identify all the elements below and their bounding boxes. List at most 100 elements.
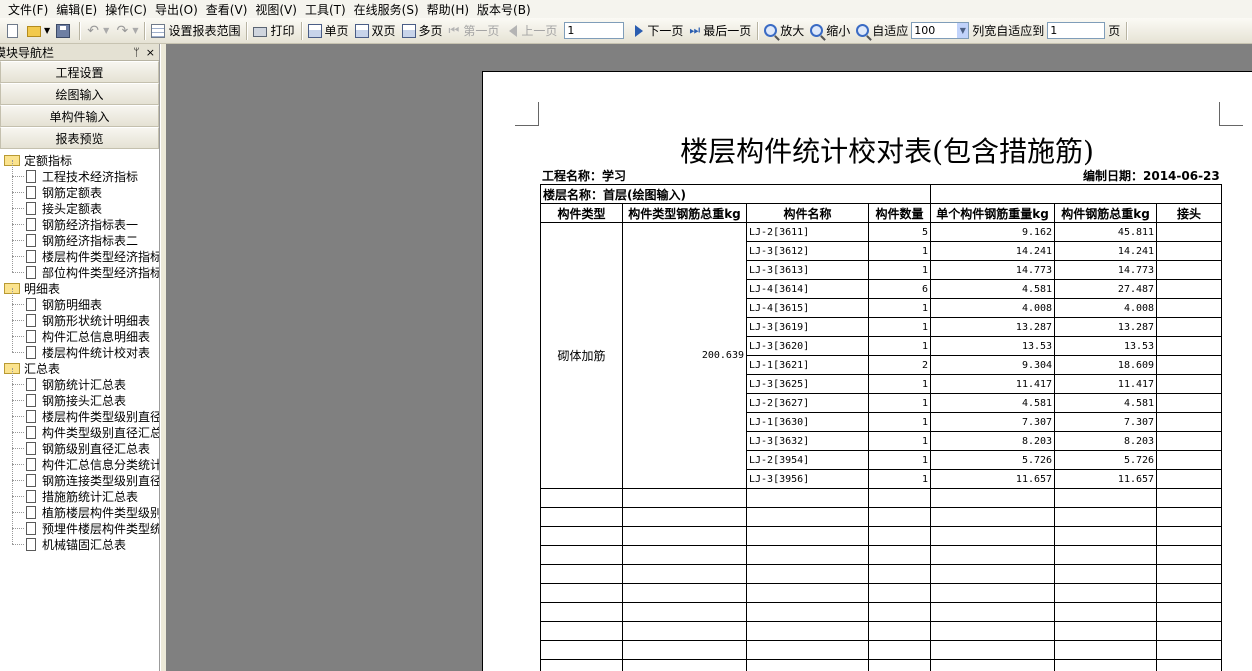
tree-item[interactable]: 钢筋形状统计明细表: [0, 304, 159, 328]
tree-item-label: 楼层构件统计校对表: [42, 345, 151, 360]
component-count: 1: [867, 393, 932, 413]
tree-item[interactable]: 措施筋统计汇总表: [0, 480, 159, 504]
fit-zoom-icon: [856, 24, 870, 37]
tree-item[interactable]: 楼层构件类型级别直径: [0, 400, 159, 424]
menu-item[interactable]: 文件(F): [6, 1, 54, 18]
menu-item[interactable]: 视图(V): [253, 1, 303, 18]
save-button[interactable]: [53, 20, 76, 42]
tree-item[interactable]: 钢筋经济指标表一: [0, 208, 159, 232]
tree-item[interactable]: 楼层构件统计校对表: [0, 336, 159, 360]
next-page-button[interactable]: 下一页: [628, 20, 686, 42]
redo-button[interactable]: ↷ ▼: [112, 20, 141, 42]
component-name: LJ-3[3612]: [746, 241, 869, 261]
menu-item[interactable]: 在线服务(S): [352, 1, 425, 18]
menu-item[interactable]: 编辑(E): [54, 1, 103, 18]
document-icon: [26, 249, 36, 263]
next-page-label: 下一页: [647, 24, 684, 38]
document-icon: [26, 313, 36, 327]
last-page-button[interactable]: ⏭ 最后一页: [686, 20, 754, 42]
tree-item[interactable]: 植筋楼层构件类型级别: [0, 496, 159, 520]
tree-item[interactable]: 钢筋连接类型级别直径: [0, 464, 159, 488]
column-fit-input[interactable]: [1047, 22, 1106, 39]
component-name: LJ-3[3632]: [746, 431, 869, 451]
double-page-button[interactable]: 双页: [352, 20, 399, 42]
report-page: 楼层构件统计校对表(包含措施筋) 工程名称：学习 编制日期：2014-06-23…: [482, 71, 1252, 671]
tree-item-label: 楼层构件类型经济指标: [42, 249, 160, 264]
tree-item[interactable]: 钢筋级别直径汇总表: [0, 432, 159, 456]
tree-folder[interactable]: 定额指标: [0, 152, 159, 168]
fit-button[interactable]: 自适应: [853, 20, 911, 42]
pin-icon[interactable]: ᛘ: [133, 46, 140, 59]
joint-cell: [1156, 317, 1223, 337]
nav-module-button[interactable]: 工程设置: [0, 61, 159, 83]
tree-item[interactable]: 机械锚固汇总表: [0, 528, 159, 552]
empty-cell: [1054, 488, 1158, 508]
menu-item[interactable]: 工具(T): [303, 1, 352, 18]
tree-item[interactable]: 工程技术经济指标: [0, 160, 159, 184]
tree-item-label: 工程技术经济指标: [42, 169, 139, 184]
empty-cell: [746, 583, 869, 603]
nav-module-button[interactable]: 报表预览: [0, 127, 159, 149]
total-weight: 11.417: [1054, 374, 1158, 394]
tree-item[interactable]: 楼层构件类型经济指标: [0, 240, 160, 264]
tree-item[interactable]: 构件类型级别直径汇总: [0, 416, 159, 440]
tree-item-label: 钢筋统计汇总表: [42, 377, 127, 392]
single-page-icon: [307, 23, 322, 38]
single-page-button[interactable]: 单页: [305, 20, 352, 42]
menu-item[interactable]: 操作(C): [103, 1, 153, 18]
empty-cell: [1156, 564, 1223, 584]
tree-item-label: 钢筋经济指标表一: [42, 217, 139, 232]
column-header: 构件钢筋总重kg: [1054, 203, 1158, 223]
undo-button[interactable]: ↶ ▼: [83, 20, 112, 42]
nav-module-button[interactable]: 单构件输入: [0, 105, 159, 127]
prev-page-label: 上一页: [521, 24, 558, 38]
document-icon: [26, 201, 36, 215]
last-page-label: 最后一页: [703, 24, 752, 38]
tree-item[interactable]: 钢筋明细表: [0, 288, 159, 312]
tree-item[interactable]: 钢筋经济指标表二: [0, 224, 159, 248]
tree-item[interactable]: 构件汇总信息明细表: [0, 320, 159, 344]
menu-item[interactable]: 帮助(H): [425, 1, 475, 18]
page-number-input[interactable]: [564, 22, 625, 39]
empty-cell: [930, 602, 1056, 622]
open-button[interactable]: ▼: [24, 20, 53, 42]
close-icon[interactable]: ×: [146, 46, 155, 59]
print-button[interactable]: 打印: [250, 20, 297, 42]
empty-cell: [540, 583, 623, 603]
zoom-out-button[interactable]: 缩小: [807, 20, 853, 42]
tree-item-label: 钢筋接头汇总表: [42, 393, 127, 408]
set-report-range-button[interactable]: 设置报表范围: [148, 20, 243, 42]
empty-cell: [867, 564, 932, 584]
tree-folder[interactable]: 明细表: [0, 280, 159, 296]
new-button[interactable]: [4, 20, 24, 42]
nav-module-buttons: 工程设置 绘图输入 单构件输入 报表预览: [0, 61, 159, 149]
empty-cell: [622, 583, 747, 603]
empty-row: [540, 488, 1223, 508]
tree-item[interactable]: 预埋件楼层构件类型统: [0, 512, 159, 536]
tree-item[interactable]: 部位构件类型经济指标: [0, 256, 159, 280]
print-label: 打印: [270, 24, 295, 38]
menu-item[interactable]: 版本号(B): [475, 1, 537, 18]
tree-folder[interactable]: 汇总表: [0, 360, 159, 376]
empty-cell: [930, 640, 1056, 660]
total-weight: 27.487: [1054, 279, 1158, 299]
nav-module-button[interactable]: 绘图输入: [0, 83, 159, 105]
redo-icon: ↷: [116, 22, 129, 39]
menu-item[interactable]: 导出(O): [153, 1, 204, 18]
tree-item[interactable]: 接头定额表: [0, 192, 159, 216]
tree-item[interactable]: 构件汇总信息分类统计: [0, 448, 159, 472]
tree-item[interactable]: 钢筋定额表: [0, 176, 159, 200]
empty-row: [540, 640, 1223, 660]
empty-cell: [540, 602, 623, 622]
zoom-in-button[interactable]: 放大: [761, 20, 807, 42]
zoom-select[interactable]: 100 ▼: [911, 22, 970, 39]
empty-cell: [930, 488, 1056, 508]
multi-page-button[interactable]: 多页: [399, 20, 446, 42]
menu-item[interactable]: 查看(V): [204, 1, 254, 18]
tree-item[interactable]: 钢筋接头汇总表: [0, 384, 159, 408]
first-page-button[interactable]: ⏮ 第一页: [446, 20, 503, 42]
tree-item[interactable]: 钢筋统计汇总表: [0, 368, 159, 392]
undo-icon: ↶: [87, 22, 100, 39]
prev-page-button[interactable]: 上一页: [502, 20, 560, 42]
empty-cell: [1054, 602, 1158, 622]
